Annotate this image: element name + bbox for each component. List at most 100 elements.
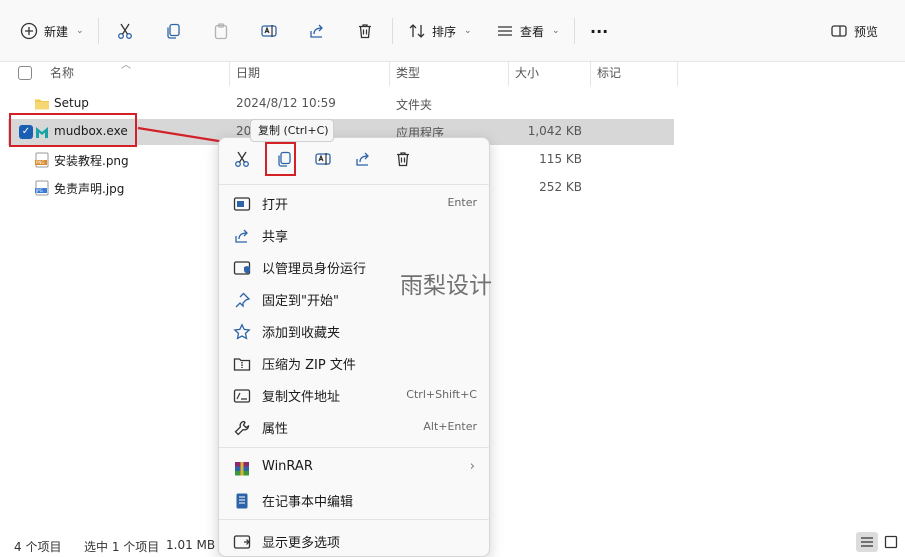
- menu-divider: [219, 447, 491, 448]
- delete-button[interactable]: [356, 17, 374, 45]
- winrar-icon: [235, 462, 249, 476]
- paste-button[interactable]: [212, 17, 230, 45]
- svg-text:PNG: PNG: [36, 160, 45, 165]
- column-type[interactable]: 类型: [396, 62, 420, 86]
- share-icon: [235, 229, 248, 243]
- file-explorer-window: 新建 ⌄ 排序 ⌄ 查看 ⌄ ··· 预览 ︿ 名称 日期 类型 大小 标记 S…: [0, 0, 905, 557]
- share-button[interactable]: [308, 17, 326, 45]
- menu-divider: [219, 184, 491, 185]
- share-action[interactable]: [354, 150, 376, 172]
- menu-item-label: 属性: [262, 422, 289, 437]
- sort-ascending-icon: ︿: [121, 60, 131, 71]
- cut-button[interactable]: [116, 17, 134, 45]
- preview-pane-button[interactable]: 预览: [830, 17, 878, 45]
- details-view-button[interactable]: [856, 532, 878, 552]
- highlight-box-copy: [265, 142, 296, 176]
- file-type: 文件夹: [396, 98, 433, 112]
- menu-item-shortcut: Enter: [447, 196, 477, 209]
- tiles-view-button[interactable]: [880, 532, 902, 552]
- column-divider[interactable]: [677, 62, 678, 86]
- menu-item-label: 打开: [262, 198, 289, 213]
- sort-button[interactable]: 排序 ⌄: [408, 17, 472, 45]
- file-size: 252 KB: [539, 180, 582, 194]
- selected-count: 选中 1 个项目: [84, 540, 160, 554]
- file-size: 1,042 KB: [527, 124, 582, 138]
- column-date[interactable]: 日期: [236, 62, 260, 86]
- menu-item-shortcut: Alt+Enter: [423, 420, 477, 433]
- menu-item-label: 共享: [262, 230, 289, 245]
- menu-item-winrar[interactable]: WinRAR ›: [219, 452, 491, 484]
- menu-item-label: 固定到"开始": [262, 294, 339, 309]
- file-name: 免责声明.jpg: [54, 182, 125, 196]
- view-label: 查看: [520, 24, 545, 39]
- details-view-icon: [861, 537, 873, 547]
- file-date: 2024/8/12 10:59: [236, 96, 336, 110]
- copy-icon: [167, 23, 180, 39]
- menu-item-share[interactable]: 共享: [219, 219, 491, 251]
- status-bar: 4 个项目 选中 1 个项目 1.01 MB: [0, 530, 905, 557]
- list-view-icon: [498, 26, 512, 36]
- highlight-box-file: [9, 113, 137, 147]
- copy-button[interactable]: [164, 17, 182, 45]
- path-icon: [233, 389, 251, 403]
- column-size[interactable]: 大小: [515, 62, 539, 86]
- file-size: 115 KB: [539, 152, 582, 166]
- delete-action[interactable]: [394, 150, 416, 172]
- scissors-icon: [118, 23, 132, 39]
- chevron-down-icon: ⌄: [464, 26, 472, 36]
- cut-action[interactable]: [233, 150, 255, 172]
- sort-icon: [409, 24, 425, 38]
- menu-item-shortcut: Ctrl+Shift+C: [406, 388, 477, 401]
- chevron-down-icon: ⌄: [76, 26, 84, 36]
- folder-icon: [35, 99, 49, 110]
- star-icon: [233, 323, 251, 340]
- toolbar-divider: [98, 18, 99, 44]
- more-dots-icon: ···: [590, 21, 609, 41]
- column-divider[interactable]: [229, 62, 230, 86]
- sort-label: 排序: [432, 24, 457, 39]
- menu-item-label: 添加到收藏夹: [262, 326, 341, 341]
- trash-icon: [359, 24, 371, 39]
- menu-item-add-favorites[interactable]: 添加到收藏夹: [219, 315, 491, 347]
- notepad-icon: [236, 493, 248, 509]
- menu-item-open[interactable]: 打开 Enter: [219, 187, 491, 219]
- svg-text:JPG: JPG: [35, 188, 43, 193]
- menu-item-compress-zip[interactable]: 压缩为 ZIP 文件: [219, 347, 491, 379]
- toolbar-divider: [392, 18, 393, 44]
- menu-item-properties[interactable]: 属性 Alt+Enter: [219, 411, 491, 443]
- menu-item-edit-notepad[interactable]: 在记事本中编辑: [219, 484, 491, 516]
- menu-item-label: 复制文件地址: [262, 390, 341, 405]
- rename-action[interactable]: [314, 150, 336, 172]
- menu-item-copy-path[interactable]: 复制文件地址 Ctrl+Shift+C: [219, 379, 491, 411]
- new-button[interactable]: 新建 ⌄: [20, 17, 84, 45]
- trash-icon: [397, 152, 409, 167]
- context-menu: 打开 Enter 共享 以管理员身份运行 固定到"开始" 添加到收藏夹 压缩为 …: [218, 137, 491, 557]
- column-tags[interactable]: 标记: [597, 62, 621, 86]
- clipboard-icon: [214, 23, 228, 40]
- menu-divider: [219, 519, 491, 520]
- column-divider[interactable]: [389, 62, 390, 86]
- column-name[interactable]: 名称: [50, 62, 74, 86]
- wrench-icon: [234, 420, 250, 436]
- menu-item-label: 压缩为 ZIP 文件: [262, 358, 356, 373]
- toolbar-divider: [574, 18, 575, 44]
- chevron-right-icon: ›: [469, 459, 475, 474]
- scissors-icon: [235, 151, 249, 167]
- new-label: 新建: [44, 24, 69, 39]
- view-button[interactable]: 查看 ⌄: [496, 17, 560, 45]
- column-divider[interactable]: [508, 62, 509, 86]
- tiles-view-icon: [884, 535, 898, 549]
- rename-icon: [261, 25, 277, 37]
- preview-label: 预览: [854, 24, 879, 39]
- png-file-icon: PNG: [35, 152, 49, 168]
- menu-item-label: 在记事本中编辑: [262, 495, 354, 510]
- file-name: 安装教程.png: [54, 154, 129, 168]
- preview-pane-icon: [831, 25, 847, 37]
- more-options-button[interactable]: ···: [590, 17, 608, 45]
- share-icon: [310, 24, 323, 38]
- watermark-text: 雨梨设计: [400, 273, 492, 299]
- share-icon: [356, 152, 369, 166]
- file-name: Setup: [54, 96, 89, 110]
- column-divider[interactable]: [590, 62, 591, 86]
- rename-button[interactable]: [260, 17, 278, 45]
